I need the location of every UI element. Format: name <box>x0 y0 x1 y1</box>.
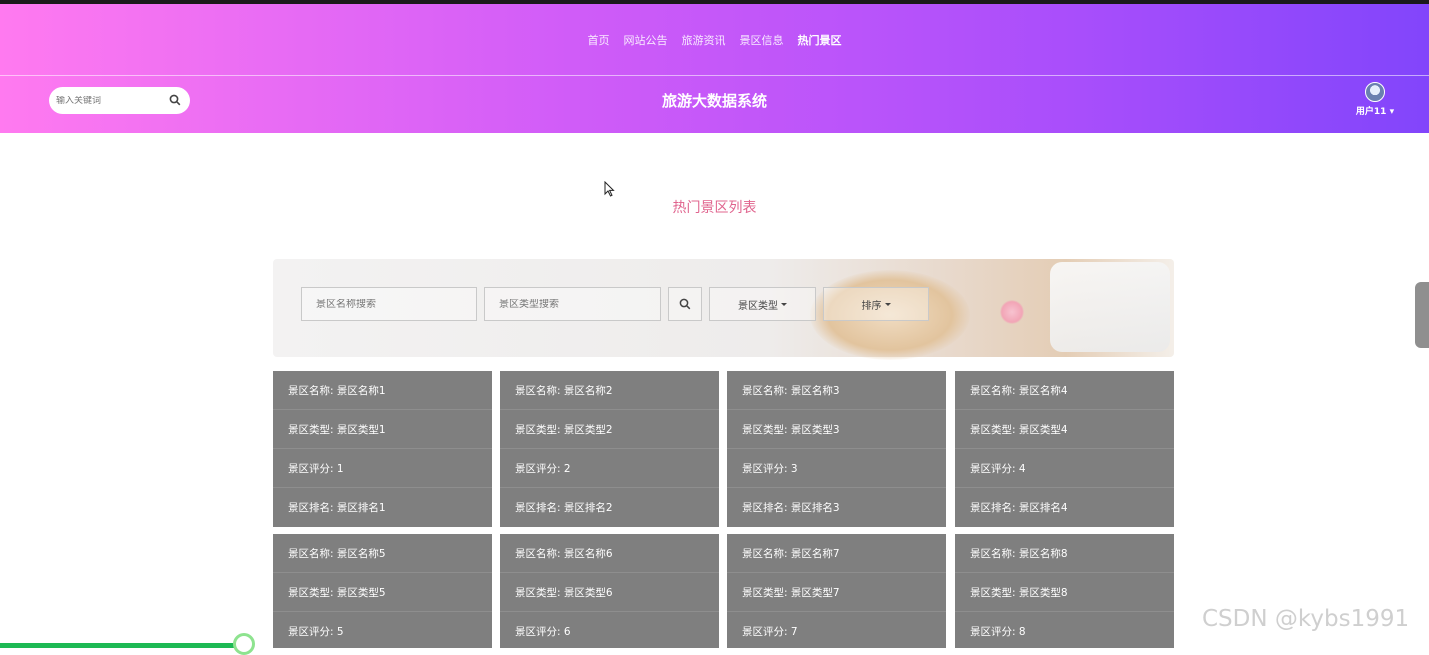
card-type: 景区类型: 景区类型1 <box>273 410 492 449</box>
nav-item-hot-scenic[interactable]: 热门景区 <box>798 32 842 48</box>
caret-down-icon <box>781 302 787 306</box>
caret-down-icon <box>884 302 891 306</box>
sort-dropdown-label: 排序 <box>861 300 882 312</box>
header-divider <box>0 75 1429 76</box>
side-scroll-tab[interactable] <box>1415 282 1429 348</box>
type-dropdown[interactable]: 景区类型 <box>709 287 816 321</box>
card-name: 景区名称: 景区名称3 <box>727 371 946 410</box>
card-type: 景区类型: 景区类型6 <box>500 573 719 612</box>
card-name: 景区名称: 景区名称8 <box>955 534 1174 573</box>
card-name: 景区名称: 景区名称4 <box>955 371 1174 410</box>
card-type: 景区类型: 景区类型3 <box>727 410 946 449</box>
scenic-card[interactable]: 景区名称: 景区名称4 景区类型: 景区类型4 景区评分: 4 景区排名: 景区… <box>955 371 1174 527</box>
watermark: CSDN @kybs1991 <box>1202 606 1410 632</box>
card-rank: 景区排名: 景区排名4 <box>970 502 1068 514</box>
type-search-input[interactable] <box>499 298 660 310</box>
nav-item-travel-news[interactable]: 旅游资讯 <box>682 32 726 48</box>
scenic-card[interactable]: 景区名称: 景区名称8 景区类型: 景区类型8 景区评分: 8 <box>955 534 1174 648</box>
video-progress-bar[interactable] <box>0 643 243 648</box>
site-title: 旅游大数据系统 <box>661 92 767 110</box>
search-icon <box>679 298 691 310</box>
card-rank: 景区排名: 景区排名3 <box>742 502 840 514</box>
progress-knob[interactable] <box>233 633 255 655</box>
avatar[interactable] <box>1365 82 1385 102</box>
card-name: 景区名称: 景区名称5 <box>273 534 492 573</box>
card-rank: 景区排名: 景区排名1 <box>288 502 386 514</box>
card-type: 景区类型: 景区类型4 <box>955 410 1174 449</box>
sort-dropdown[interactable]: 排序 <box>823 287 929 321</box>
card-name: 景区名称: 景区名称6 <box>500 534 719 573</box>
card-score: 景区评分: 4 <box>955 449 1174 488</box>
card-score: 景区评分: 8 <box>970 626 1026 638</box>
card-score: 景区评分: 6 <box>515 626 571 638</box>
scenic-card[interactable]: 景区名称: 景区名称2 景区类型: 景区类型2 景区评分: 2 景区排名: 景区… <box>500 371 719 527</box>
card-type: 景区类型: 景区类型8 <box>955 573 1174 612</box>
scenic-card[interactable]: 景区名称: 景区名称5 景区类型: 景区类型5 景区评分: 5 <box>273 534 492 648</box>
card-type: 景区类型: 景区类型7 <box>727 573 946 612</box>
card-name: 景区名称: 景区名称2 <box>500 371 719 410</box>
card-rank: 景区排名: 景区排名2 <box>515 502 613 514</box>
scenic-card[interactable]: 景区名称: 景区名称1 景区类型: 景区类型1 景区评分: 1 景区排名: 景区… <box>273 371 492 527</box>
username: 用户11 <box>1355 107 1387 117</box>
card-score: 景区评分: 1 <box>273 449 492 488</box>
card-score: 景区评分: 2 <box>500 449 719 488</box>
nav-item-home[interactable]: 首页 <box>588 32 610 48</box>
cursor-icon <box>604 181 615 197</box>
name-search-field <box>301 287 477 321</box>
scenic-card[interactable]: 景区名称: 景区名称6 景区类型: 景区类型6 景区评分: 6 <box>500 534 719 648</box>
card-score: 景区评分: 7 <box>742 626 798 638</box>
list-title: 热门景区列表 <box>672 200 757 216</box>
card-type: 景区类型: 景区类型2 <box>500 410 719 449</box>
card-type: 景区类型: 景区类型5 <box>273 573 492 612</box>
name-search-input[interactable] <box>316 298 476 310</box>
card-score: 景区评分: 5 <box>288 626 344 638</box>
site-header: 首页 网站公告 旅游资讯 景区信息 热门景区 <box>0 4 1429 133</box>
main-nav: 首页 网站公告 旅游资讯 景区信息 热门景区 <box>0 4 1429 75</box>
decorative-towel-image <box>1050 262 1170 352</box>
chevron-down-icon: ▾ <box>1389 107 1395 117</box>
scenic-card[interactable]: 景区名称: 景区名称3 景区类型: 景区类型3 景区评分: 3 景区排名: 景区… <box>727 371 946 527</box>
decorative-flower-image <box>1000 300 1024 324</box>
card-name: 景区名称: 景区名称7 <box>727 534 946 573</box>
type-search-field <box>484 287 661 321</box>
card-score: 景区评分: 3 <box>727 449 946 488</box>
card-name: 景区名称: 景区名称1 <box>273 371 492 410</box>
nav-item-scenic-info[interactable]: 景区信息 <box>740 32 784 48</box>
filter-search-button[interactable] <box>668 287 702 321</box>
user-menu[interactable]: 用户11 ▾ <box>1350 82 1400 122</box>
nav-item-announcements[interactable]: 网站公告 <box>624 32 668 48</box>
type-dropdown-label: 景区类型 <box>738 300 778 312</box>
scenic-card[interactable]: 景区名称: 景区名称7 景区类型: 景区类型7 景区评分: 7 <box>727 534 946 648</box>
